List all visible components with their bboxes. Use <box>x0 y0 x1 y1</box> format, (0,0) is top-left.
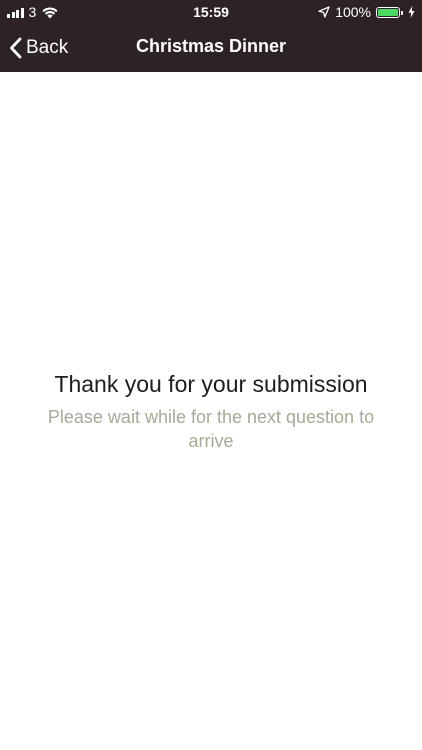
battery-percent: 100% <box>335 4 371 20</box>
navigation-bar: Back Christmas Dinner <box>0 24 422 72</box>
confirmation-message: Thank you for your submission Please wai… <box>30 368 392 453</box>
location-icon <box>318 6 330 18</box>
battery-fill <box>378 8 398 16</box>
status-bar: 3 15:59 100% <box>0 0 422 24</box>
page-title: Christmas Dinner <box>135 36 287 56</box>
confirmation-headline: Thank you for your submission <box>54 371 368 397</box>
charging-icon <box>408 6 415 18</box>
main-content: Thank you for your submission Please wai… <box>0 72 422 750</box>
battery-icon <box>376 6 403 18</box>
top-bar: 3 15:59 100% Back Christmas Dinner <box>0 0 422 72</box>
waiting-subtext: Please wait while for the next question … <box>47 407 375 451</box>
status-right: 100% <box>318 3 415 21</box>
screen: 3 15:59 100% Back Christmas Dinner Thank… <box>0 0 422 750</box>
